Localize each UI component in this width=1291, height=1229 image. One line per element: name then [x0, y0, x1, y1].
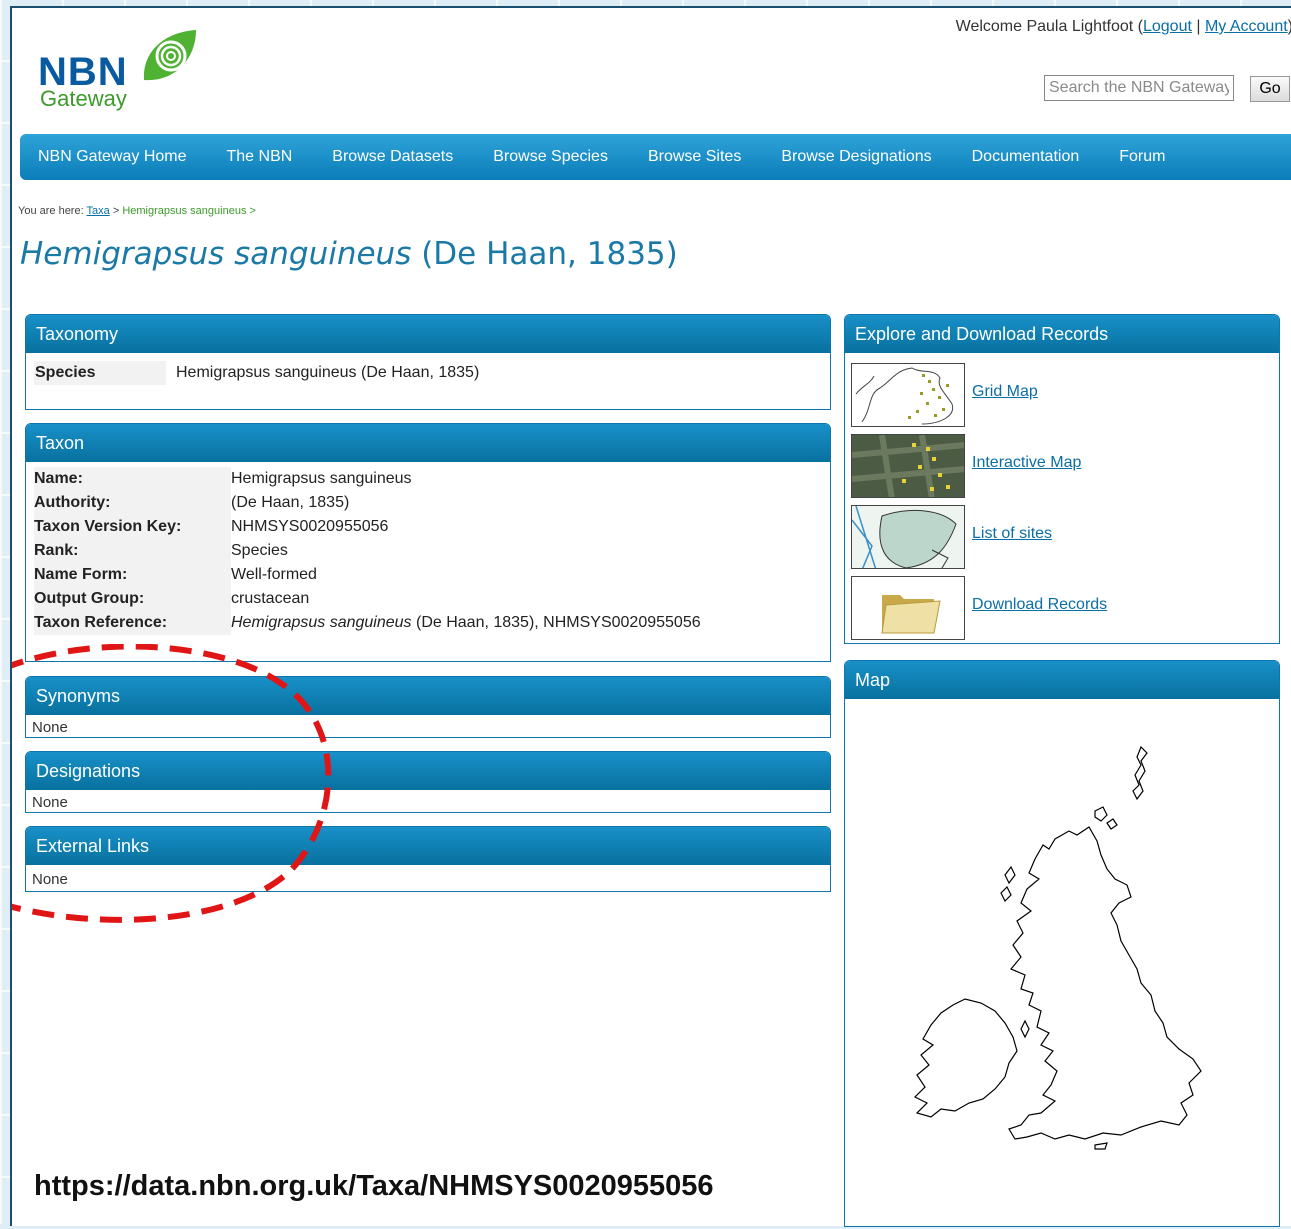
nav-browse-sites[interactable]: Browse Sites [628, 148, 761, 166]
taxon-key: Taxon Version Key: [34, 515, 231, 539]
taxon-reference-rest: (De Haan, 1835), NHMSYS0020955056 [411, 614, 701, 631]
browser-page: NBN Gateway Welcome Paula Lightfoot (Log… [10, 6, 1291, 1227]
list-of-sites-link[interactable]: List of sites [972, 525, 1052, 543]
welcome-bar: Welcome Paula Lightfoot (Logout | My Acc… [956, 18, 1291, 36]
designations-panel: Designations None [25, 751, 831, 813]
grid-map-link[interactable]: Grid Map [972, 383, 1038, 401]
synonyms-heading: Synonyms [26, 677, 830, 715]
nav-browse-datasets[interactable]: Browse Datasets [312, 148, 473, 166]
explore-heading: Explore and Download Records [845, 315, 1279, 353]
taxon-value: (De Haan, 1835) [231, 494, 350, 511]
nav-browse-designations[interactable]: Browse Designations [761, 148, 951, 166]
breadcrumb-sep-end: > [246, 205, 256, 217]
grid-map-icon [855, 367, 954, 425]
map-outline-icon [913, 745, 1202, 1150]
taxon-key: Output Group: [34, 587, 231, 611]
taxon-row-reference: Taxon Reference: Hemigrapsus sanguineus (… [34, 611, 830, 635]
taxon-row-output-group: Output Group: crustacean [34, 587, 830, 611]
taxon-row-name: Name: Hemigrapsus sanguineus [34, 467, 830, 491]
download-records-link[interactable]: Download Records [972, 596, 1107, 614]
site-map-icon [852, 506, 964, 568]
taxon-details: Name: Hemigrapsus sanguineus Authority: (D… [34, 467, 830, 635]
nav-forum[interactable]: Forum [1099, 148, 1185, 166]
welcome-text: Welcome Paula Lightfoot ( [955, 18, 1143, 35]
page-title-authority: (De Haan, 1835) [411, 236, 678, 272]
breadcrumb: You are here: Taxa > Hemigrapsus sanguin… [18, 205, 256, 217]
explore-item-list-of-sites: List of sites [851, 505, 1251, 571]
my-account-link[interactable]: My Account [1205, 18, 1288, 35]
nav-browse-species[interactable]: Browse Species [473, 148, 628, 166]
designations-heading: Designations [26, 752, 830, 790]
list-of-sites-thumbnail[interactable] [851, 505, 965, 569]
search-input[interactable] [1044, 75, 1234, 101]
designations-value: None [32, 794, 68, 811]
nav-the-nbn[interactable]: The NBN [207, 148, 313, 166]
taxon-value: NHMSYS0020955056 [231, 518, 389, 535]
taxon-heading: Taxon [26, 424, 830, 462]
taxonomy-rank-label: Species [34, 361, 166, 385]
interactive-map-thumbnail[interactable] [851, 434, 965, 498]
download-records-thumbnail[interactable] [851, 576, 965, 640]
nav-home[interactable]: NBN Gateway Home [20, 148, 207, 166]
synonyms-value: None [32, 719, 68, 736]
explore-item-interactive-map: Interactive Map [851, 434, 1251, 500]
taxon-key: Name: [34, 467, 231, 491]
taxon-key: Authority: [34, 491, 231, 515]
page-title: Hemigrapsus sanguineus (De Haan, 1835) [20, 236, 678, 272]
british-isles-map[interactable] [845, 699, 1279, 1224]
folder-icon [881, 595, 941, 634]
breadcrumb-sep: > [109, 205, 123, 217]
logo-text-gateway: Gateway [40, 86, 127, 111]
taxon-value: crustacean [231, 590, 310, 607]
external-links-panel: External Links None [25, 826, 831, 892]
taxon-key: Rank: [34, 539, 231, 563]
taxonomy-rank-value: Hemigrapsus sanguineus (De Haan, 1835) [176, 364, 480, 381]
taxonomy-row: Species Hemigrapsus sanguineus (De Haan,… [34, 361, 830, 385]
taxon-panel: Taxon Name: Hemigrapsus sanguineus Author… [25, 423, 831, 662]
interactive-map-link[interactable]: Interactive Map [972, 454, 1081, 472]
external-links-heading: External Links [26, 827, 830, 865]
page-title-species: Hemigrapsus sanguineus [20, 236, 412, 272]
url-caption: https://data.nbn.org.uk/Taxa/NHMSYS00209… [34, 1170, 714, 1202]
map-heading: Map [845, 661, 1279, 699]
interactive-map-icon [852, 435, 964, 497]
taxon-row-name-form: Name Form: Well-formed [34, 563, 830, 587]
explore-item-grid-map: Grid Map [851, 363, 1251, 429]
explore-panel: Explore and Download Records Grid Map In… [844, 314, 1280, 644]
taxon-value: Species [231, 542, 288, 559]
taxon-key: Taxon Reference: [34, 611, 231, 635]
grid-map-thumbnail[interactable] [851, 363, 965, 427]
breadcrumb-taxa-link[interactable]: Taxa [87, 205, 110, 217]
taxon-value: Hemigrapsus sanguineus [231, 470, 412, 487]
welcome-separator: | [1191, 18, 1205, 35]
nbn-gateway-logo[interactable]: NBN Gateway [34, 22, 204, 114]
external-links-value: None [32, 871, 68, 888]
logout-link[interactable]: Logout [1143, 18, 1192, 35]
nav-documentation[interactable]: Documentation [952, 148, 1100, 166]
taxon-row-version-key: Taxon Version Key: NHMSYS0020955056 [34, 515, 830, 539]
taxon-reference-species: Hemigrapsus sanguineus [231, 614, 412, 631]
map-panel: Map [844, 660, 1280, 1227]
taxon-reference-value: Hemigrapsus sanguineus (De Haan, 1835), … [231, 611, 701, 635]
explore-item-download-records: Download Records [851, 576, 1251, 642]
taxon-row-authority: Authority: (De Haan, 1835) [34, 491, 830, 515]
breadcrumb-current: Hemigrapsus sanguineus [122, 205, 247, 217]
taxon-row-rank: Rank: Species [34, 539, 830, 563]
taxon-value: Well-formed [231, 566, 317, 583]
synonyms-panel: Synonyms None [25, 676, 831, 738]
taxon-key: Name Form: [34, 563, 231, 587]
go-button[interactable]: Go [1250, 76, 1290, 102]
logo-leaf-icon [143, 30, 196, 81]
taxonomy-panel: Taxonomy Species Hemigrapsus sanguineus … [25, 314, 831, 410]
breadcrumb-prefix: You are here: [18, 205, 87, 217]
main-navigation: NBN Gateway Home The NBN Browse Datasets… [20, 134, 1291, 180]
taxonomy-heading: Taxonomy [26, 315, 830, 353]
